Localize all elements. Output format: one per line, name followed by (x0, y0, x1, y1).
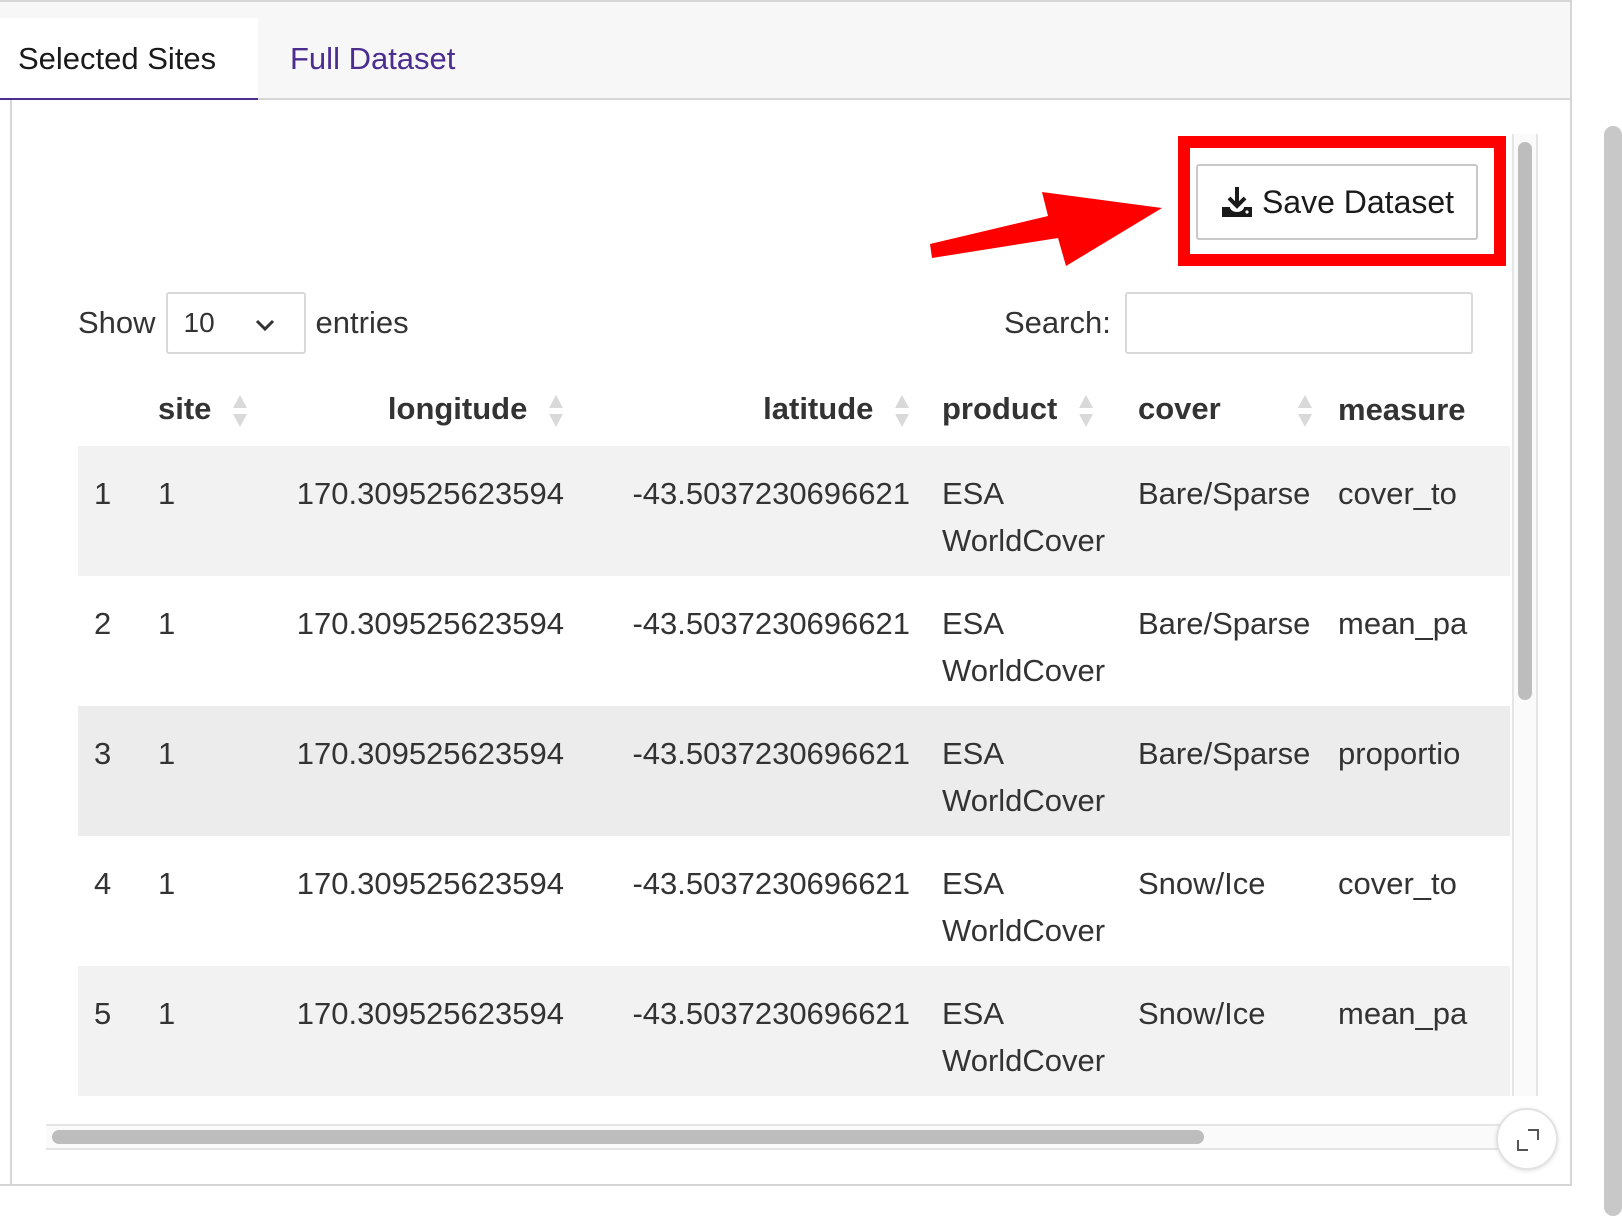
cell-site: 1 (142, 576, 250, 706)
length-prefix-label: Show (78, 305, 156, 340)
column-header-index[interactable] (78, 374, 142, 446)
cell-cover: Snow/Ice (1122, 966, 1322, 1096)
data-table: site longitude latitude product cover me… (78, 374, 1510, 1096)
table-row[interactable]: 1 1 170.309525623594 -43.5037230696621 E… (78, 446, 1510, 576)
cell-cover: Snow/Ice (1122, 836, 1322, 966)
cell-cover: Bare/Sparse (1122, 706, 1322, 836)
sort-icon (1079, 394, 1093, 427)
page-scrollbar-thumb[interactable] (1604, 126, 1622, 1216)
sort-icon (895, 394, 909, 427)
column-header-label: latitude (763, 391, 874, 427)
entries-select-value: 10 (183, 307, 215, 338)
cell-measure: cover_to (1322, 836, 1510, 966)
vertical-scrollbar-thumb[interactable] (1518, 142, 1532, 700)
cell-index: 1 (78, 446, 142, 576)
tab-selected-sites[interactable]: Selected Sites (0, 18, 258, 100)
cell-latitude: -43.5037230696621 (580, 706, 926, 836)
expand-button[interactable] (1496, 1108, 1558, 1170)
cell-site: 1 (142, 966, 250, 1096)
panel-border (10, 100, 12, 1184)
length-control: Show 10 entries (78, 292, 409, 354)
column-header-label: site (158, 391, 212, 427)
column-header-product[interactable]: product (926, 374, 1122, 446)
cell-index: 4 (78, 836, 142, 966)
cell-longitude: 170.309525623594 (250, 446, 580, 576)
table-header-row: site longitude latitude product cover me… (78, 374, 1510, 446)
cell-cover: Bare/Sparse (1122, 446, 1322, 576)
save-dataset-label: Save Dataset (1261, 183, 1455, 220)
expand-icon (1517, 1129, 1539, 1151)
annotation-arrow-icon (930, 192, 1162, 266)
sort-icon (549, 394, 563, 427)
save-dataset-button[interactable]: Save Dataset (1196, 164, 1478, 240)
cell-site: 1 (142, 706, 250, 836)
cell-measure: mean_pa (1322, 966, 1510, 1096)
cell-longitude: 170.309525623594 (250, 576, 580, 706)
cell-measure: proportio (1322, 706, 1510, 836)
vertical-scrollbar[interactable] (1512, 134, 1538, 1096)
search-input[interactable] (1124, 292, 1473, 354)
data-table-viewport: site longitude latitude product cover me… (78, 374, 1510, 1096)
column-header-label: product (942, 391, 1058, 427)
length-suffix-label: entries (315, 305, 409, 340)
entries-select[interactable]: 10 (165, 292, 306, 354)
cell-index: 3 (78, 706, 142, 836)
cell-measure: cover_to (1322, 446, 1510, 576)
download-icon (1221, 187, 1252, 217)
cell-latitude: -43.5037230696621 (580, 966, 926, 1096)
tab-full-dataset[interactable]: Full Dataset (272, 18, 473, 100)
cell-site: 1 (142, 446, 250, 576)
horizontal-scrollbar[interactable] (46, 1124, 1512, 1150)
cell-product: ESA WorldCover (926, 446, 1122, 576)
cell-product: ESA WorldCover (926, 576, 1122, 706)
sort-icon (233, 394, 248, 427)
chevron-down-icon (255, 319, 274, 332)
cell-longitude: 170.309525623594 (250, 836, 580, 966)
column-header-latitude[interactable]: latitude (580, 374, 926, 446)
column-header-site[interactable]: site (142, 374, 250, 446)
cell-latitude: -43.5037230696621 (580, 836, 926, 966)
table-row[interactable]: 4 1 170.309525623594 -43.5037230696621 E… (78, 836, 1510, 966)
cell-product: ESA WorldCover (926, 836, 1122, 966)
search-control: Search: (1004, 292, 1473, 354)
horizontal-scrollbar-thumb[interactable] (52, 1130, 1204, 1144)
table-row[interactable]: 5 1 170.309525623594 -43.5037230696621 E… (78, 966, 1510, 1096)
cell-index: 5 (78, 966, 142, 1096)
table-row[interactable]: 3 1 170.309525623594 -43.5037230696621 E… (78, 706, 1510, 836)
sort-icon (1297, 394, 1312, 427)
cell-cover: Bare/Sparse (1122, 576, 1322, 706)
column-header-measure[interactable]: measure (1322, 374, 1510, 446)
cell-product: ESA WorldCover (926, 966, 1122, 1096)
cell-measure: mean_pa (1322, 576, 1510, 706)
cell-index: 2 (78, 576, 142, 706)
search-label: Search: (1004, 305, 1111, 340)
cell-longitude: 170.309525623594 (250, 966, 580, 1096)
column-header-label: cover (1138, 391, 1221, 427)
tab-bar: Selected Sites Full Dataset (0, 2, 1570, 100)
column-header-longitude[interactable]: longitude (250, 374, 580, 446)
column-header-label: measure (1338, 392, 1466, 427)
cell-product: ESA WorldCover (926, 706, 1122, 836)
column-header-label: longitude (387, 391, 528, 427)
table-row[interactable]: 2 1 170.309525623594 -43.5037230696621 E… (78, 576, 1510, 706)
cell-latitude: -43.5037230696621 (580, 576, 926, 706)
cell-site: 1 (142, 836, 250, 966)
cell-latitude: -43.5037230696621 (580, 446, 926, 576)
column-header-cover[interactable]: cover (1122, 374, 1322, 446)
cell-longitude: 170.309525623594 (250, 706, 580, 836)
